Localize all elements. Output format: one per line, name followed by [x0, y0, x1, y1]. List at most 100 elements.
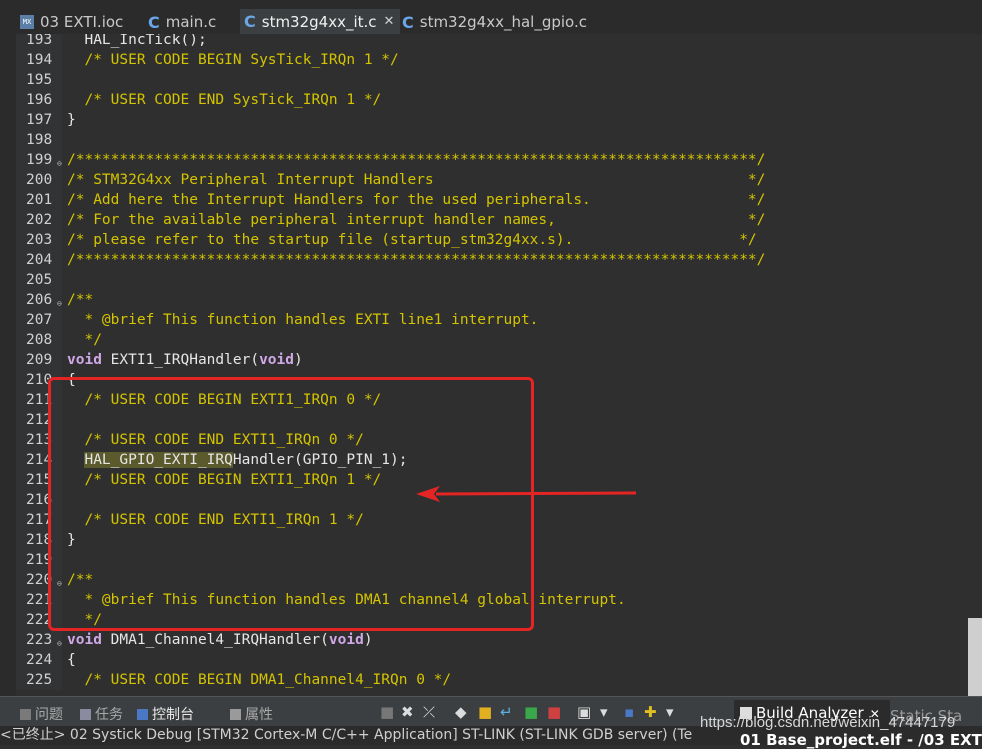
line-number: 203 [26, 232, 53, 248]
red-arrow-icon [416, 486, 637, 502]
line-number: 196 [26, 92, 53, 108]
editor-tab-bar: MX 03 EXTI.ioc C main.c C stm32g4xx_it.c… [0, 0, 982, 35]
line-number: 205 [26, 272, 53, 288]
code-text: /***************************************… [67, 152, 766, 168]
line-number: 198 [26, 132, 53, 148]
line-number: 208 [26, 332, 53, 348]
clear-console-icon[interactable]: ◆ [455, 703, 467, 721]
code-line[interactable]: 194 /* USER CODE BEGIN SysTick_IRQn 1 */ [0, 50, 982, 70]
code-line[interactable]: 200 /* STM32G4xx Peripheral Interrupt Han… [0, 170, 982, 190]
tab-label: 问题 [35, 707, 63, 723]
stop-icon[interactable]: ■ [380, 703, 394, 721]
c-file-icon: C [148, 12, 160, 32]
chevron-down-icon[interactable]: ▾ [666, 703, 674, 721]
line-number: 199 [26, 152, 53, 168]
line-number: 202 [26, 212, 53, 228]
tab-console[interactable]: 控制台 [137, 704, 194, 724]
code-line[interactable]: 205 [0, 270, 982, 290]
line-number: 224 [26, 652, 53, 668]
tab-stm32g4xx-it-c[interactable]: C stm32g4xx_it.c ✕ [240, 9, 400, 34]
tab-problems[interactable]: 问题 [20, 704, 63, 724]
line-number: 193 [26, 34, 53, 48]
code-line[interactable]: 223 ⊖ void DMA1_Channel4_IRQHandler(void) [0, 630, 982, 650]
line-number: 194 [26, 52, 53, 68]
tab-label: 控制台 [152, 707, 194, 723]
close-icon[interactable]: ✕ [384, 14, 395, 29]
code-line[interactable]: 201 /* Add here the Interrupt Handlers fo… [0, 190, 982, 210]
code-line[interactable]: 198 [0, 130, 982, 150]
c-file-icon: C [244, 12, 256, 31]
code-text: HAL_IncTick(); [67, 34, 207, 48]
code-text: /* For the available peripheral interrup… [67, 212, 766, 228]
code-line[interactable]: 199 ⊖/***********************************… [0, 150, 982, 170]
code-text: /* STM32G4xx Peripheral Interrupt Handle… [67, 172, 766, 188]
code-line[interactable]: 208 */ [0, 330, 982, 350]
code-text: void EXTI1_IRQHandler(void) [67, 352, 303, 368]
properties-icon [230, 708, 241, 720]
tab-main-c[interactable]: C main.c [148, 10, 238, 34]
pin-icon[interactable]: ■ [524, 703, 538, 721]
open-console-icon[interactable]: ▣ [577, 703, 591, 721]
code-line[interactable]: 224 { [0, 650, 982, 670]
console-icon [137, 708, 148, 720]
code-line[interactable]: 206 ⊖/** [0, 290, 982, 310]
remove-launch-icon[interactable]: ✖ [401, 703, 414, 721]
code-text: /* Add here the Interrupt Handlers for t… [67, 192, 766, 208]
tasks-icon [80, 708, 91, 720]
tab-label: main.c [165, 13, 217, 31]
line-number: 209 [26, 352, 53, 368]
code-text: { [67, 652, 76, 668]
chevron-down-icon[interactable]: ▾ [600, 703, 608, 721]
code-line[interactable]: 204 /************************************… [0, 250, 982, 270]
code-text: void DMA1_Channel4_IRQHandler(void) [67, 632, 373, 648]
code-text: * @brief This function handles EXTI line… [84, 312, 539, 328]
code-text: /***************************************… [67, 252, 766, 268]
c-file-icon: C [402, 12, 414, 32]
code-line[interactable]: 197} [0, 110, 982, 130]
code-text: } [67, 112, 76, 128]
code-editor[interactable]: 193 HAL_IncTick(); 194 /* USER CODE BEGIN… [0, 34, 982, 696]
tab-properties[interactable]: 属性 [230, 704, 273, 724]
code-line[interactable]: 203 /* please refer to the startup file (… [0, 230, 982, 250]
code-text: /* USER CODE BEGIN DMA1_Channel4_IRQn 0 … [84, 672, 452, 688]
build-analyzer-project: 01 Base_project.elf - /03 EXTI [740, 731, 982, 749]
line-number: 207 [26, 312, 53, 328]
tab-label: 属性 [245, 707, 273, 723]
line-number: 200 [26, 172, 53, 188]
tab-label: stm32g4xx_it.c [261, 12, 377, 31]
tab-label: stm32g4xx_hal_gpio.c [419, 13, 587, 31]
tab-stm32g4xx-hal-gpio-c[interactable]: C stm32g4xx_hal_gpio.c [402, 10, 602, 34]
code-line[interactable]: 209 void EXTI1_IRQHandler(void) [0, 350, 982, 370]
line-number: 206 [26, 292, 53, 308]
tab-tasks[interactable]: 任务 [80, 704, 123, 724]
scrollbar[interactable] [968, 618, 982, 696]
line-number: 223 [26, 632, 53, 648]
line-number: 197 [26, 112, 53, 128]
code-text: /* please refer to the startup file (sta… [67, 232, 757, 248]
tab-label: 任务 [95, 707, 123, 723]
word-wrap-icon[interactable]: ↵ [500, 703, 513, 721]
line-number: 201 [26, 192, 53, 208]
remove-all-icon[interactable]: ⤫ [423, 703, 435, 721]
display-console-icon[interactable]: ■ [547, 703, 561, 721]
code-line[interactable]: 202 /* For the available peripheral inter… [0, 210, 982, 230]
problems-icon [20, 708, 31, 720]
ioc-file-icon: MX [20, 15, 34, 29]
code-line[interactable]: 225 /* USER CODE BEGIN DMA1_Channel4_IRQ… [0, 670, 982, 690]
watermark: https://blog.csdn.net/weixin_47447179 [700, 714, 956, 731]
new-console-icon[interactable]: ▪ [624, 703, 634, 721]
code-text: /** [67, 292, 94, 308]
code-line[interactable]: 196 /* USER CODE END SysTick_IRQn 1 */ [0, 90, 982, 110]
code-text: /* USER CODE END SysTick_IRQn 1 */ [84, 92, 382, 108]
new-console-plus-icon[interactable]: ✚ [644, 703, 657, 721]
code-text: */ [84, 332, 102, 348]
code-line[interactable]: 207 * @brief This function handles EXTI … [0, 310, 982, 330]
code-line[interactable]: 195 [0, 70, 982, 90]
tab-label: 03 EXTI.ioc [40, 13, 124, 31]
scroll-lock-icon[interactable]: ■ [478, 703, 492, 721]
code-line[interactable]: 193 HAL_IncTick(); [0, 34, 982, 50]
line-number: 204 [26, 252, 53, 268]
code-text: /* USER CODE BEGIN SysTick_IRQn 1 */ [84, 52, 399, 68]
tab-03-exti-ioc[interactable]: MX 03 EXTI.ioc [20, 10, 140, 34]
line-number: 225 [26, 672, 53, 688]
